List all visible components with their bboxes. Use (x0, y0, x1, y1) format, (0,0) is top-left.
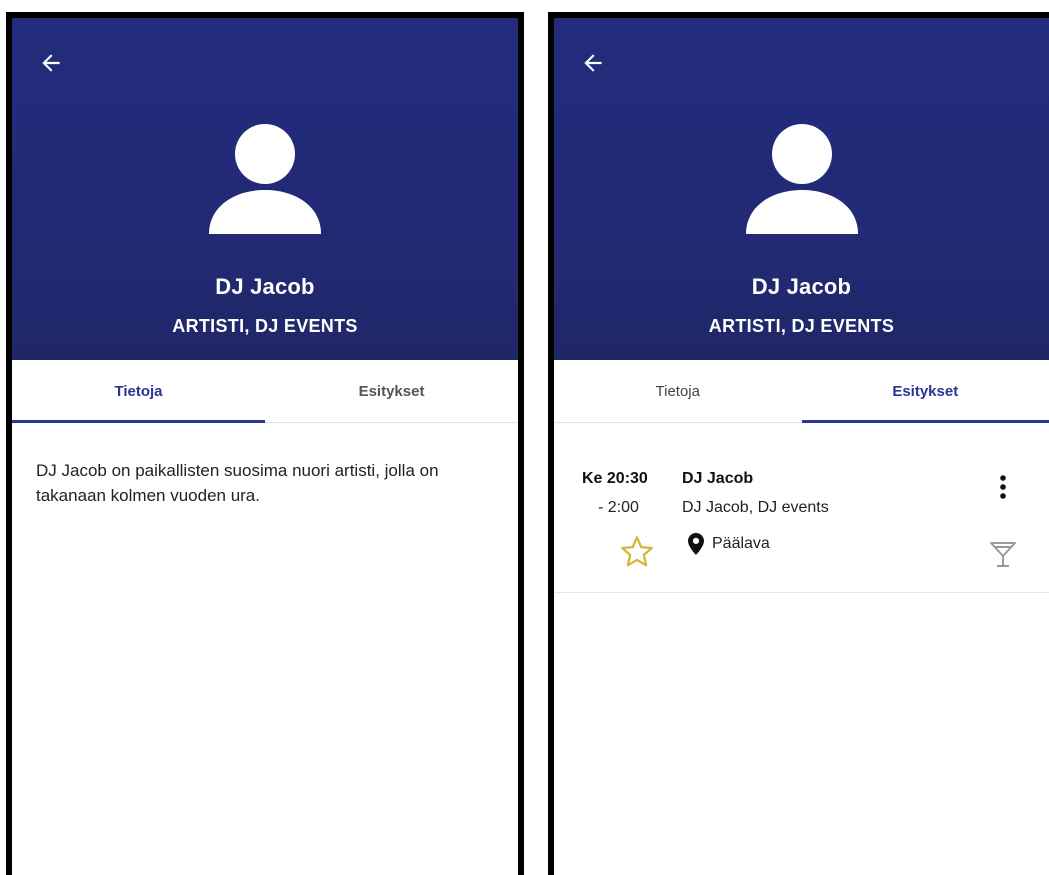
artist-subtitle: ARTISTI, DJ EVENTS (708, 316, 895, 336)
tab-esitykset[interactable]: Esitykset (801, 360, 1049, 423)
event-performers: DJ Jacob, DJ events (682, 499, 829, 516)
event-location: Päälava (712, 535, 770, 552)
performance-list-item[interactable]: Ke 20:30 - 2:00 DJ Jacob DJ Jacob, DJ ev… (554, 422, 1049, 593)
event-start-time: Ke 20:30 (582, 470, 648, 487)
profile-header: DJ Jacob ARTISTI, DJ EVENTS (554, 18, 1049, 360)
cocktail-icon (990, 542, 1016, 567)
artist-name: DJ Jacob (751, 274, 852, 299)
event-title: DJ Jacob (682, 470, 754, 487)
person-icon (209, 124, 321, 234)
tab-esitykset[interactable]: Esitykset (265, 360, 518, 422)
artist-subtitle: ARTISTI, DJ EVENTS (172, 316, 358, 336)
arrow-left-icon[interactable] (580, 50, 606, 76)
person-icon (745, 124, 858, 234)
more-vertical-icon[interactable] (999, 474, 1007, 500)
tab-bar: Tietoja Esitykset (12, 360, 518, 423)
profile-screen-about: DJ Jacob ARTISTI, DJ EVENTS Tietoja Esit… (6, 12, 524, 875)
location-pin-icon (688, 533, 704, 555)
artist-name: DJ Jacob (215, 274, 315, 299)
arrow-left-icon[interactable] (38, 50, 64, 76)
about-text: DJ Jacob on paikallisten suosima nuori a… (36, 461, 439, 505)
star-outline-icon[interactable] (618, 533, 656, 571)
profile-header: DJ Jacob ARTISTI, DJ EVENTS (12, 18, 518, 360)
profile-screen-performances: DJ Jacob ARTISTI, DJ EVENTS Tietoja Esit… (548, 12, 1049, 875)
tab-tietoja[interactable]: Tietoja (12, 360, 265, 423)
tab-bar: Tietoja Esitykset (554, 360, 1049, 423)
tab-tietoja[interactable]: Tietoja (554, 360, 802, 422)
event-end-time: - 2:00 (598, 499, 639, 516)
